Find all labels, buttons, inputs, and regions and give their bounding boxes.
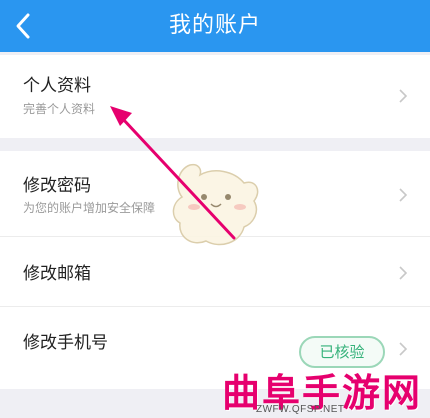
phone-row-title[interactable]: 修改手机号 [23,328,108,353]
profile-row[interactable]: 个人资料 完善个人资料 [0,55,430,138]
divider [0,306,430,307]
chevron-right-icon [399,89,408,103]
top-bar: 我的账户 [0,0,430,52]
email-row-title[interactable]: 修改邮箱 [23,259,91,284]
password-row-subtitle: 为您的账户增加安全保障 [23,201,156,215]
page-title: 我的账户 [168,13,261,38]
chevron-right-icon [399,188,408,202]
chevron-right-icon [399,266,408,280]
watermark-url: ZWFW.QFSP.NET [256,404,345,415]
chevron-right-icon [399,342,408,356]
mascot-image [172,163,259,246]
password-row-title[interactable]: 修改密码 [23,171,91,196]
profile-row-subtitle: 完善个人资料 [23,102,96,116]
profile-row-title: 个人资料 [23,76,91,96]
